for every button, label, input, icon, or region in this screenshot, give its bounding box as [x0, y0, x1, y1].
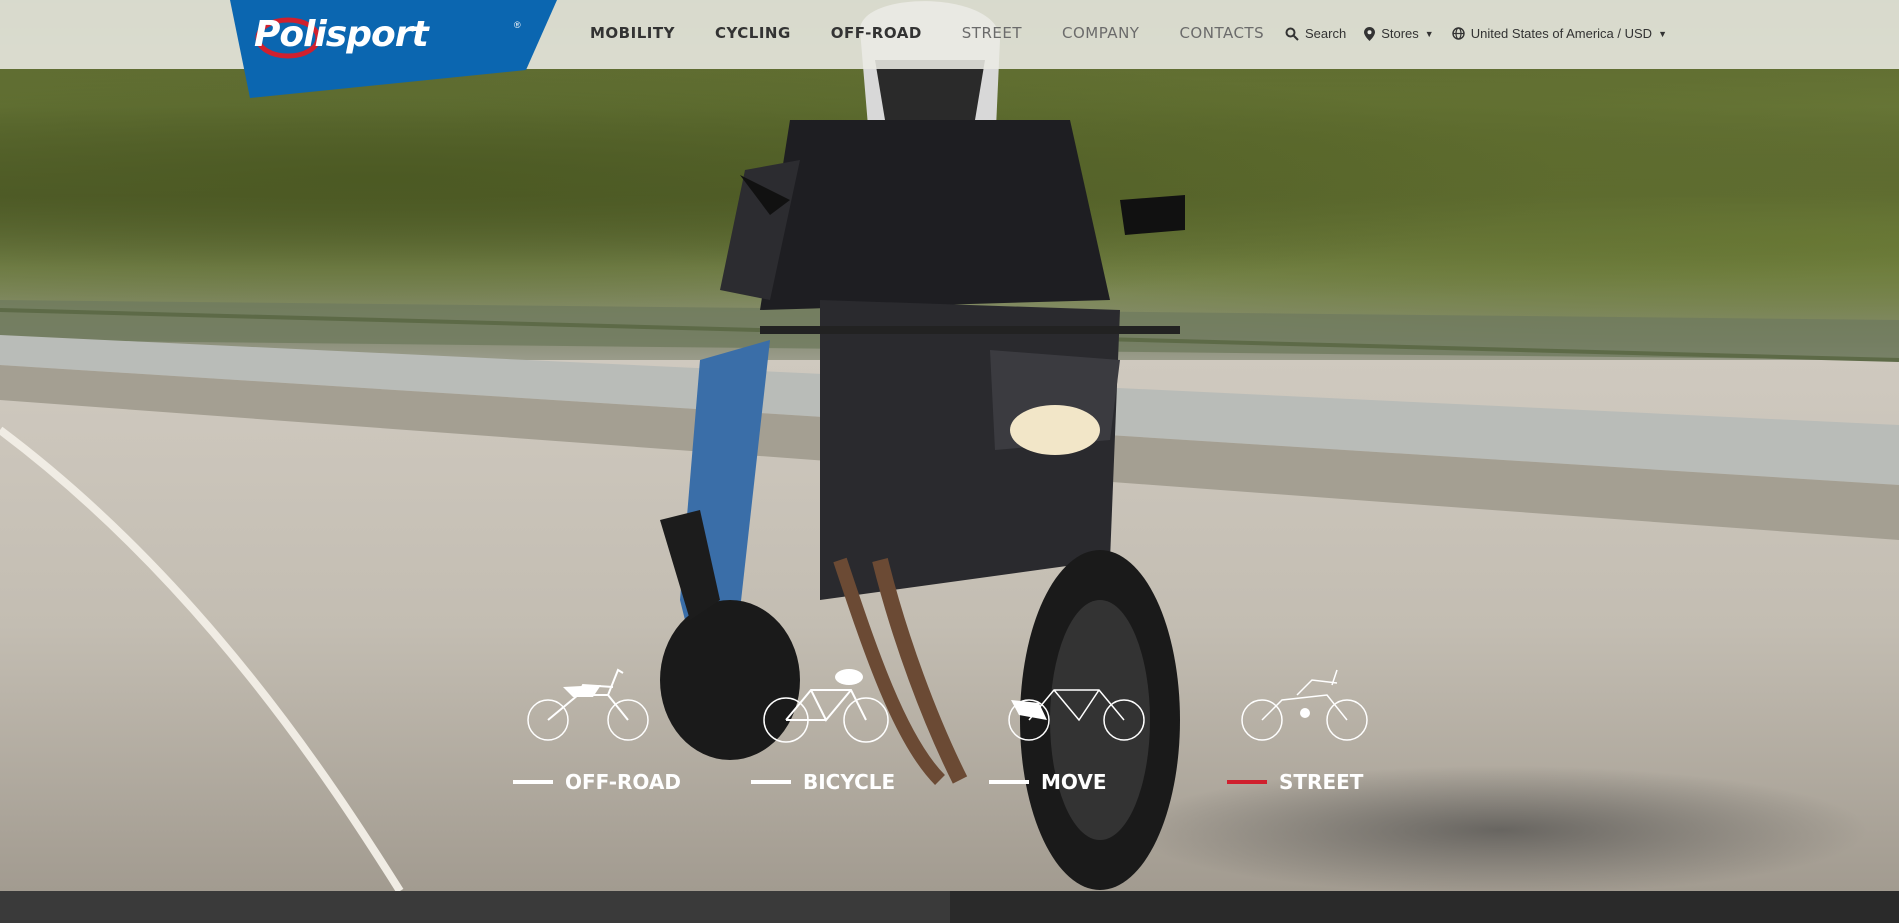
globe-icon — [1452, 27, 1465, 40]
bicycle-icon — [763, 669, 889, 743]
stores-label: Stores — [1381, 26, 1419, 41]
nav-item-off-road[interactable]: OFF-ROAD — [831, 24, 922, 42]
category-move-text: MOVE — [1041, 770, 1107, 794]
dirtbike-icon — [527, 668, 649, 741]
category-indicator-bar — [513, 780, 553, 784]
chevron-down-icon: ▼ — [1658, 28, 1667, 39]
category-bicycle-text: BICYCLE — [803, 770, 896, 794]
chevron-down-icon: ▼ — [1424, 28, 1434, 39]
category-off-road-text: OFF-ROAD — [565, 770, 681, 794]
ebike-icon — [1008, 689, 1145, 741]
location-pin-icon — [1364, 26, 1376, 41]
footer-left-panel — [0, 891, 950, 923]
category-label: BICYCLE — [751, 770, 895, 794]
search-icon — [1285, 27, 1299, 41]
footer-right-panel — [950, 891, 1899, 923]
motorcycle-rider-image — [660, 1, 1185, 890]
logo-trademark: ® — [514, 20, 521, 30]
category-street-text: STREET — [1279, 770, 1364, 794]
region-currency-selector[interactable]: United States of America / USD ▼ — [1452, 26, 1667, 41]
top-navigation-bar: Polisport ® MOBILITY CYCLING OFF-ROAD ST… — [0, 0, 1899, 98]
category-indicator-bar — [751, 780, 791, 784]
region-label: United States of America / USD — [1470, 26, 1653, 41]
polisport-logo[interactable]: Polisport ® — [230, 0, 557, 98]
main-nav: MOBILITY CYCLING OFF-ROAD STREET COMPANY… — [590, 24, 1304, 42]
search-button[interactable]: Search — [1285, 26, 1346, 41]
search-label: Search — [1305, 26, 1347, 41]
nav-item-company[interactable]: COMPANY — [1062, 24, 1139, 42]
category-label: OFF-ROAD — [513, 770, 681, 794]
street-motorcycle-icon — [1241, 669, 1368, 741]
nav-item-street[interactable]: STREET — [962, 24, 1022, 42]
hero-banner — [0, 0, 1899, 891]
logo-wordmark: Polisport — [254, 14, 429, 55]
utility-links: Search Stores ▼ United States of America… — [1285, 26, 1685, 41]
nav-item-mobility[interactable]: MOBILITY — [590, 24, 675, 42]
footer-strip — [0, 891, 1899, 923]
category-label: STREET — [1227, 770, 1363, 794]
nav-item-cycling[interactable]: CYCLING — [715, 24, 791, 42]
category-indicator-bar — [989, 780, 1029, 784]
category-indicator-bar-active — [1227, 780, 1267, 784]
nav-item-contacts[interactable]: CONTACTS — [1179, 24, 1264, 42]
category-label: MOVE — [989, 770, 1107, 794]
stores-dropdown[interactable]: Stores ▼ — [1364, 26, 1434, 41]
